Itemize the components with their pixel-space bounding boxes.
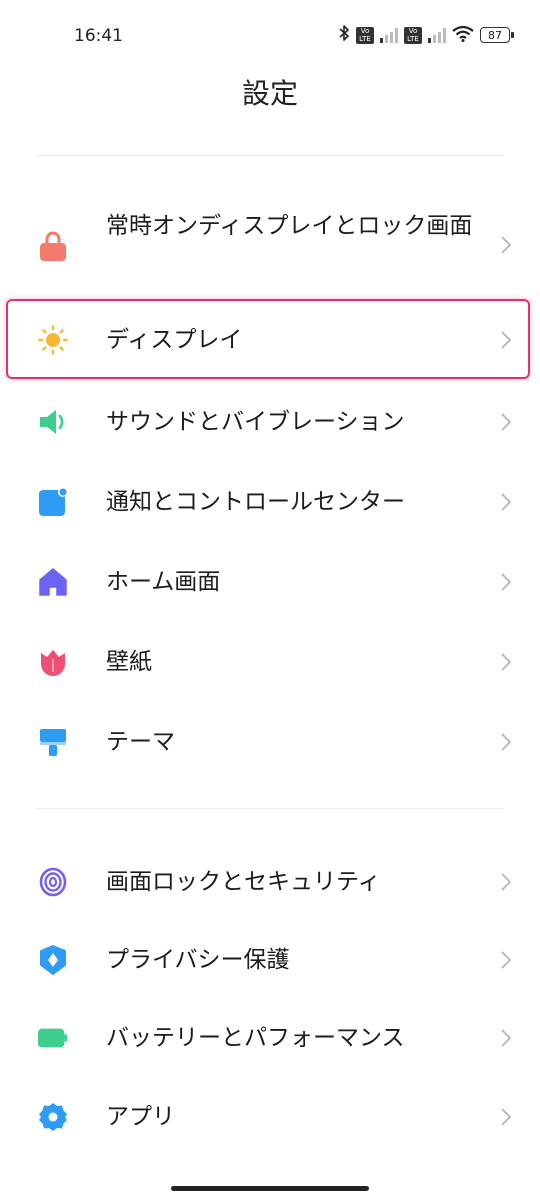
home-indicator[interactable] <box>171 1186 369 1191</box>
chevron-right-icon <box>500 652 512 672</box>
notification-icon <box>38 487 68 517</box>
settings-item-wallpaper[interactable]: 壁紙 <box>0 622 540 702</box>
settings-item-home-screen[interactable]: ホーム画面 <box>0 542 540 622</box>
chevron-right-icon <box>500 950 512 970</box>
battery-icon <box>38 1023 68 1053</box>
settings-item-label: バッテリーとパフォーマンス <box>106 1025 405 1051</box>
signal-icon <box>380 27 398 43</box>
settings-item-apps[interactable]: アプリ <box>0 1077 540 1157</box>
wifi-icon <box>452 25 474 46</box>
home-icon <box>38 567 68 597</box>
gear-icon <box>38 1102 68 1132</box>
shield-icon <box>38 945 68 975</box>
settings-item-label: プライバシー保護 <box>106 947 290 973</box>
settings-item-label: ホーム画面 <box>106 569 221 595</box>
chevron-right-icon <box>500 235 512 255</box>
lock-icon <box>38 231 68 261</box>
settings-item-label: 通知とコントロールセンター <box>106 489 405 515</box>
settings-item-label: ディスプレイ <box>106 327 243 353</box>
battery-indicator: 87 <box>480 27 514 43</box>
settings-item-label: サウンドとバイブレーション <box>106 409 405 435</box>
settings-item-display[interactable]: ディスプレイ <box>0 302 540 378</box>
settings-item-label: アプリ <box>106 1104 175 1130</box>
chevron-right-icon <box>500 492 512 512</box>
settings-item-privacy[interactable]: プライバシー保護 <box>0 920 540 1000</box>
bluetooth-icon <box>338 24 350 46</box>
chevron-right-icon <box>500 1107 512 1127</box>
status-bar: 16:41 Vo LTE Vo LTE 87 <box>0 0 540 70</box>
settings-item-label: 壁紙 <box>106 649 152 675</box>
chevron-right-icon <box>500 412 512 432</box>
status-time: 16:41 <box>74 26 123 46</box>
divider-group <box>36 808 504 809</box>
fingerprint-icon <box>38 867 68 897</box>
settings-item-notifications[interactable]: 通知とコントロールセンター <box>0 462 540 542</box>
settings-item-label: テーマ <box>106 729 175 755</box>
settings-item-label: 画面ロックとセキュリティ <box>106 869 381 895</box>
settings-item-label: 常時オンディスプレイとロック画面 <box>106 213 473 239</box>
volte-icon-2: Vo LTE <box>404 26 422 44</box>
chevron-right-icon <box>500 872 512 892</box>
settings-item-theme[interactable]: テーマ <box>0 702 540 782</box>
page-title: 設定 <box>241 77 298 110</box>
chevron-right-icon <box>500 1028 512 1048</box>
volte-icon: Vo LTE <box>356 26 374 44</box>
chevron-right-icon <box>500 330 512 350</box>
settings-item-sound[interactable]: サウンドとバイブレーション <box>0 382 540 462</box>
status-icons: Vo LTE Vo LTE 87 <box>338 24 514 46</box>
signal-icon-2 <box>428 27 446 43</box>
chevron-right-icon <box>500 572 512 592</box>
divider-top <box>36 155 504 156</box>
brush-icon <box>38 727 68 757</box>
settings-item-screen-lock-security[interactable]: 画面ロックとセキュリティ <box>0 842 540 922</box>
speaker-icon <box>38 407 68 437</box>
settings-item-battery[interactable]: バッテリーとパフォーマンス <box>0 998 540 1078</box>
settings-item-lock-screen[interactable]: 常時オンディスプレイとロック画面 <box>0 205 540 285</box>
tulip-icon <box>38 647 68 677</box>
sun-icon <box>38 325 68 355</box>
chevron-right-icon <box>500 732 512 752</box>
